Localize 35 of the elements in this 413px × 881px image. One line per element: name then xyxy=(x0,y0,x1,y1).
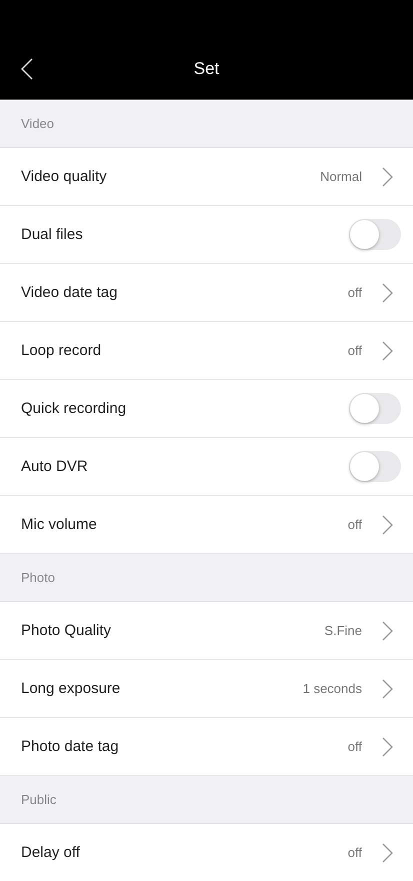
chevron-icon xyxy=(382,842,393,862)
chevron-icon xyxy=(382,282,393,302)
chevron-icon xyxy=(382,514,393,534)
setting-label: Video date tag xyxy=(21,284,118,301)
setting-label: Mic volume xyxy=(21,516,98,533)
setting-label: Long exposure xyxy=(21,680,122,697)
setting-value: off xyxy=(348,285,362,300)
chevron-icon xyxy=(382,736,393,756)
setting-label: Video quality xyxy=(21,168,108,185)
setting-value: Normal xyxy=(320,169,362,184)
chevron-icon xyxy=(382,340,393,360)
chevron-icon xyxy=(382,620,393,640)
toggle-switch[interactable] xyxy=(349,393,401,424)
setting-label: Photo Quality xyxy=(21,622,112,639)
setting-label: Dual files xyxy=(21,226,84,243)
chevron-icon xyxy=(382,678,393,698)
section-header: Public xyxy=(21,792,56,807)
setting-label: Delay off xyxy=(21,844,81,861)
back-icon xyxy=(20,58,33,80)
setting-label: Photo date tag xyxy=(21,738,120,755)
setting-label: Quick recording xyxy=(21,400,128,417)
toggle-switch[interactable] xyxy=(349,219,401,250)
setting-value: off xyxy=(348,343,362,358)
chevron-icon xyxy=(382,166,393,186)
setting-label: Loop record xyxy=(21,342,102,359)
section-header: Photo xyxy=(21,570,55,585)
setting-value: off xyxy=(348,739,362,754)
setting-label: Auto DVR xyxy=(21,458,89,475)
setting-value: off xyxy=(348,517,362,532)
setting-value: S.Fine xyxy=(324,623,362,638)
toggle-switch[interactable] xyxy=(349,451,401,482)
setting-value: 1 seconds xyxy=(302,681,362,696)
section-header: Video xyxy=(21,116,54,131)
setting-value: off xyxy=(348,845,362,860)
page-title: Set xyxy=(194,59,220,79)
